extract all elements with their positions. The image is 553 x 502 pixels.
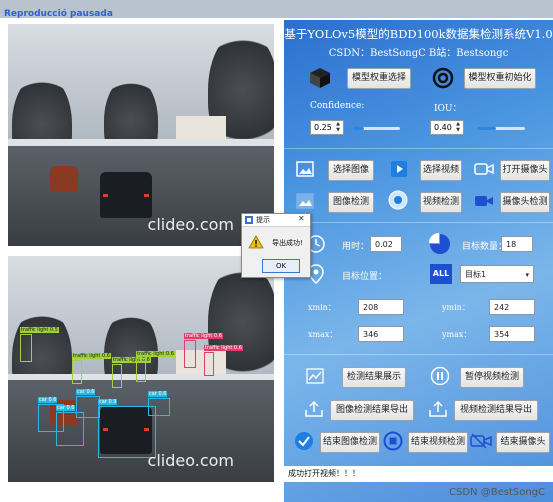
ymax-label: ymax： xyxy=(442,330,472,339)
lens-icon xyxy=(388,190,408,210)
camera-icon xyxy=(474,163,494,175)
export-success-dialog: 提示 ✕ 导出成功! OK xyxy=(241,213,311,278)
control-panel: 基于YOLOv5模型的BDD100k数据集检测系统V1.0 CSDN：BestS… xyxy=(284,20,553,502)
export-image-results-button[interactable]: 图像检测结果导出 xyxy=(330,400,414,421)
detection-box: car 0.6 xyxy=(148,391,170,416)
detect-video-button[interactable]: 视频检测 xyxy=(420,192,462,213)
ymin-label: ymin： xyxy=(442,303,470,312)
detection-box: car 0.6 xyxy=(56,405,84,446)
stop-circle-icon xyxy=(383,431,403,451)
detection-label: traffic light 0.6 xyxy=(184,333,223,339)
settings-icon xyxy=(432,67,454,89)
open-camera-button[interactable]: 打开摄像头 xyxy=(500,160,550,181)
iou-label: IOU： xyxy=(434,104,462,114)
chevron-down-icon[interactable]: ▾ xyxy=(525,266,529,284)
status-bar: 成功打开视频！！！ xyxy=(284,466,553,482)
select-video-button[interactable]: 选择视频 xyxy=(420,160,462,181)
detection-label: car 0.6 xyxy=(76,389,96,395)
detection-video-view: traffic light 0.5 traffic light 0.6 traffi… xyxy=(8,256,274,482)
detection-label: traffic light 0.6 xyxy=(204,345,243,351)
show-results-button[interactable]: 检测结果展示 xyxy=(342,367,406,388)
image-icon xyxy=(296,161,314,177)
select-weights-button[interactable]: 模型权重选择 xyxy=(347,68,411,89)
line-chart-icon xyxy=(306,368,324,384)
dialog-app-icon xyxy=(245,216,253,224)
xmax-label: xmax： xyxy=(308,330,338,339)
select-image-button[interactable]: 选择图像 xyxy=(328,160,374,181)
iou-slider-fill xyxy=(477,127,497,130)
car-left xyxy=(50,166,78,192)
detection-label: traffic light 0.5 xyxy=(20,327,59,333)
spin-arrows-icon[interactable]: ▲ ▼ xyxy=(454,121,462,134)
overlay-label: Reproducció pausada xyxy=(4,9,113,19)
end-video-detection-button[interactable]: 结束视频检测 xyxy=(408,432,468,453)
dialog-message: 导出成功! xyxy=(272,239,303,247)
tail-light xyxy=(103,194,108,197)
upload-icon xyxy=(429,400,447,417)
detect-camera-button[interactable]: 摄像头检测 xyxy=(500,192,550,213)
xmin-field: 208 xyxy=(358,299,404,315)
detection-box: traffic light 0.6 xyxy=(184,333,223,368)
cube-icon xyxy=(310,68,330,88)
xmin-label: xmin： xyxy=(308,303,336,312)
ok-button[interactable]: OK xyxy=(262,259,300,273)
detection-label: car 0.9 xyxy=(98,399,118,405)
target-select[interactable]: 目标1 ▾ xyxy=(460,265,534,283)
iou-slider[interactable] xyxy=(477,127,525,130)
detection-label: car 0.6 xyxy=(56,405,76,411)
ymax-field: 354 xyxy=(489,326,535,342)
confidence-label: Confidence: xyxy=(310,101,365,111)
confidence-slider-fill xyxy=(352,127,364,130)
csdn-credit: CSDN @BestSongC xyxy=(449,487,545,498)
camera-off-icon xyxy=(470,433,492,449)
app-subtitle: CSDN：BestSongC B站：Bestsongc xyxy=(328,48,509,59)
app-title: 基于YOLOv5模型的BDD100k数据集检测系统V1.0 xyxy=(284,27,553,41)
watermark: clideo.com xyxy=(147,451,234,470)
export-video-results-button[interactable]: 视频检测结果导出 xyxy=(454,400,538,421)
time-label: 用时： xyxy=(342,242,370,252)
detection-label: traffic light 0.6 xyxy=(72,353,111,359)
detection-label: car 0.6 xyxy=(148,391,168,397)
detection-box: traffic light 0.6 xyxy=(204,345,243,376)
all-badge: ALL xyxy=(430,264,452,284)
image-detect-icon xyxy=(296,193,314,209)
confidence-value: 0.25 xyxy=(314,123,332,132)
iou-value: 0.40 xyxy=(434,123,452,132)
detection-label: car 0.6 xyxy=(38,397,58,403)
dialog-title: 提示 xyxy=(256,216,270,224)
pie-chart-icon xyxy=(429,233,450,254)
end-camera-button[interactable]: 结束摄像头 xyxy=(496,432,550,453)
detection-box: traffic light 0.6 xyxy=(112,357,151,388)
camera-detect-icon xyxy=(475,196,493,206)
target-count-field: 18 xyxy=(501,236,533,252)
confidence-slider[interactable] xyxy=(352,127,400,130)
target-position-label: 目标位置： xyxy=(342,272,388,282)
xmax-field: 346 xyxy=(358,326,404,342)
detection-box: traffic light 0.6 xyxy=(136,351,175,382)
end-image-detection-button[interactable]: 结束图像检测 xyxy=(320,432,380,453)
time-field: 0.02 xyxy=(370,236,402,252)
detection-box: traffic light 0.6 xyxy=(72,353,111,384)
pause-video-button[interactable]: 暂停视频检测 xyxy=(460,367,524,388)
warning-icon xyxy=(248,235,264,249)
upload-icon xyxy=(305,400,323,417)
init-weights-button[interactable]: 模型权重初始化 xyxy=(464,68,536,89)
detection-label: traffic light 0.6 xyxy=(136,351,175,357)
watermark: clideo.com xyxy=(147,215,234,234)
confidence-spinbox[interactable]: 0.25 ▲ ▼ xyxy=(310,120,344,135)
ymin-field: 242 xyxy=(489,299,535,315)
tail-light xyxy=(144,194,149,197)
detect-image-button[interactable]: 图像检测 xyxy=(328,192,374,213)
target-select-value: 目标1 xyxy=(465,270,487,279)
close-icon[interactable]: ✕ xyxy=(298,214,305,223)
iou-spinbox[interactable]: 0.40 ▲ ▼ xyxy=(430,120,464,135)
spin-arrows-icon[interactable]: ▲ ▼ xyxy=(334,121,342,134)
detection-box: traffic light 0.5 xyxy=(20,327,59,362)
original-video-view: clideo.com xyxy=(8,24,274,246)
check-circle-icon xyxy=(295,432,313,450)
pause-icon xyxy=(430,366,450,386)
video-icon xyxy=(391,161,407,177)
